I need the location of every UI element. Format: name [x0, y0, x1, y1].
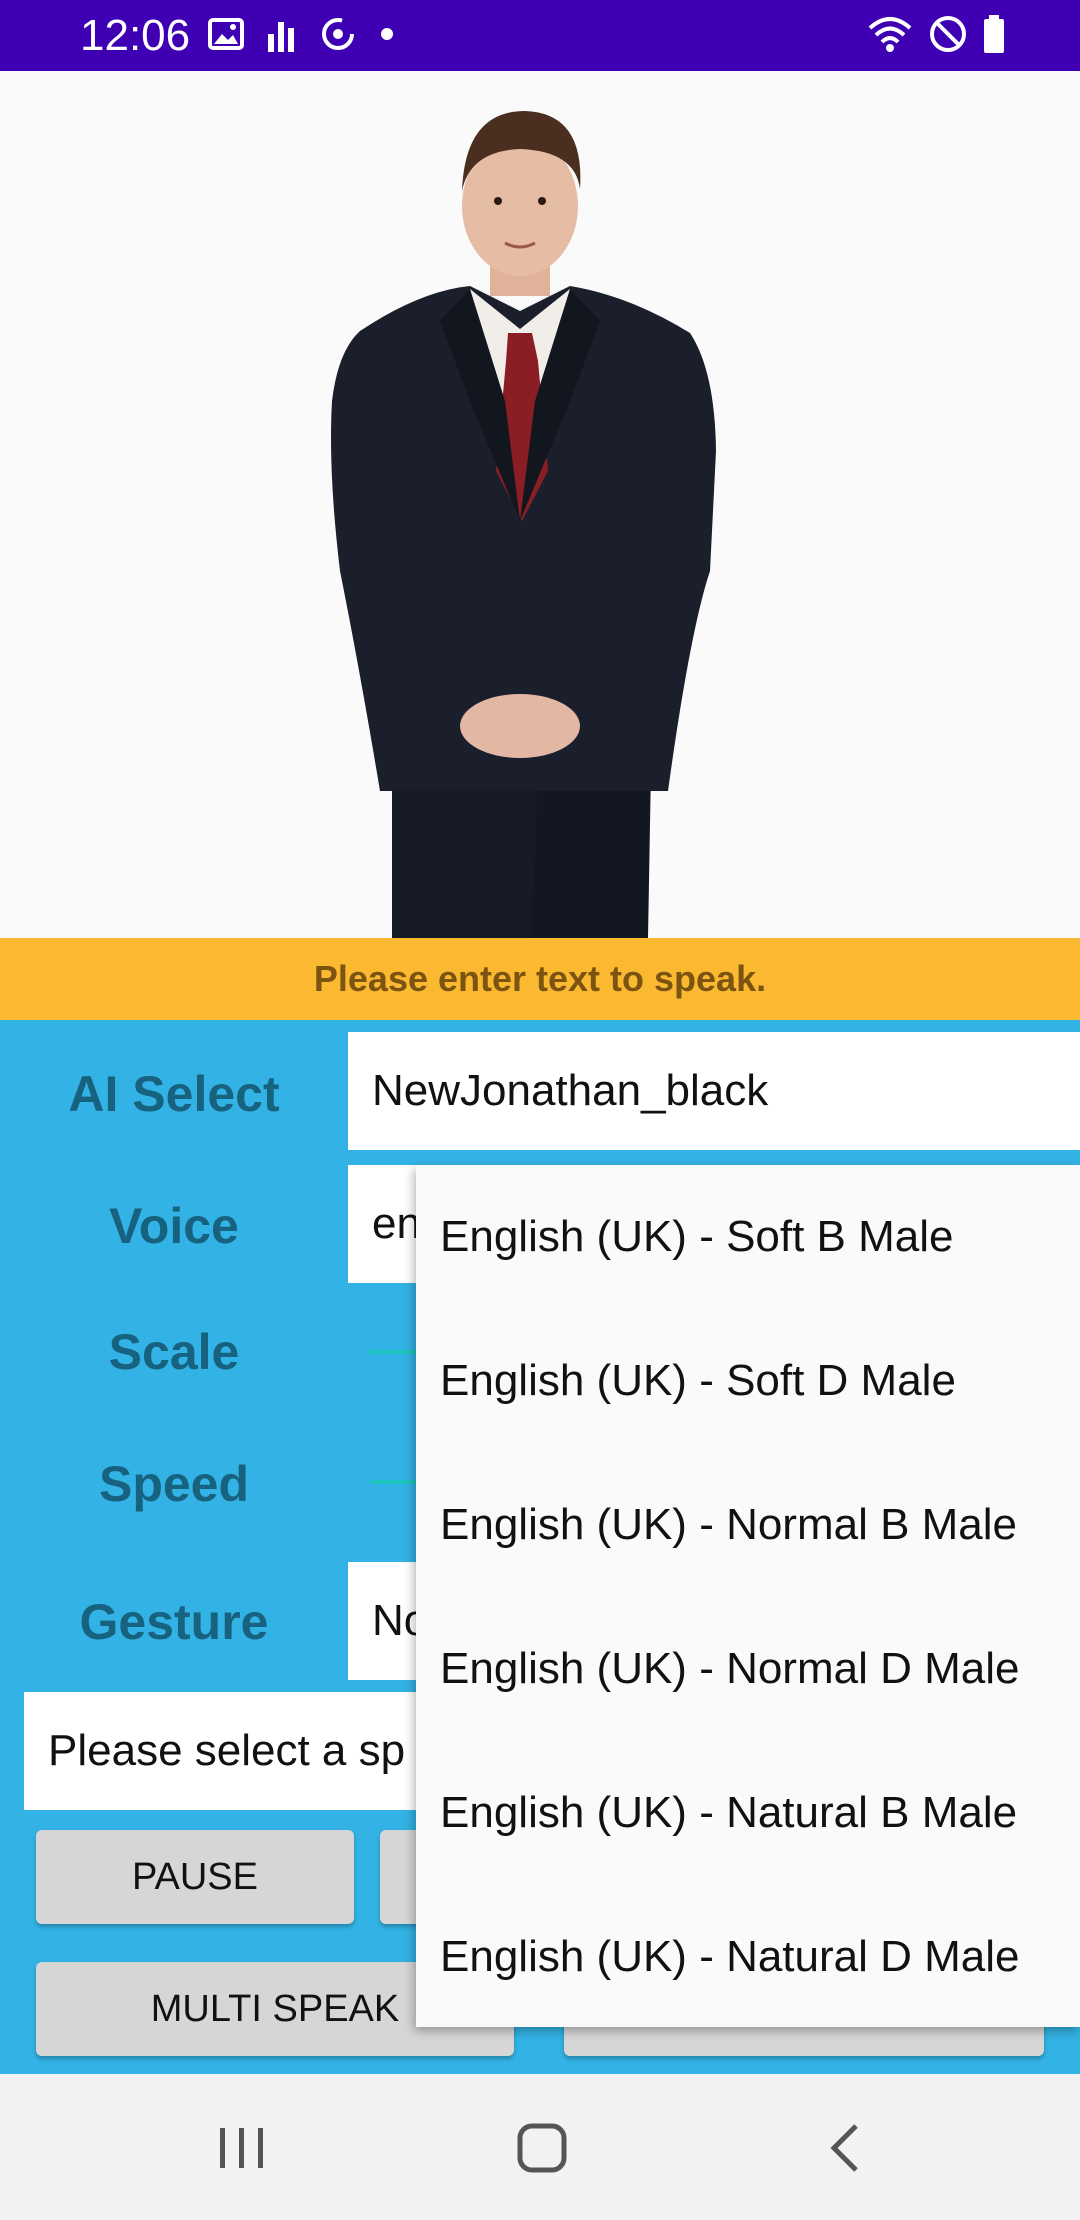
signal-bars-icon	[266, 14, 296, 59]
dropdown-option[interactable]: English (UK) - Soft B Male	[440, 1211, 954, 1263]
message-banner: Please enter text to speak.	[0, 938, 1080, 1020]
status-time: 12:06	[80, 11, 191, 60]
voice-dropdown: English (UK) - Soft B Male English (UK) …	[416, 1165, 1080, 2027]
status-icons-right	[866, 14, 1006, 59]
dropdown-option[interactable]: English (UK) - Natural D Male	[440, 1931, 1020, 1983]
dropdown-option[interactable]: English (UK) - Normal D Male	[440, 1643, 1019, 1695]
message-banner-text: Please enter text to speak.	[313, 958, 767, 999]
voice-value: en	[372, 1199, 421, 1248]
gesture-label: Gesture	[79, 1594, 269, 1650]
back-icon[interactable]	[826, 2122, 866, 2179]
scale-label: Scale	[108, 1324, 240, 1380]
dropdown-option[interactable]: English (UK) - Normal B Male	[440, 1499, 1017, 1551]
nav-bar	[0, 2074, 1080, 2220]
home-icon[interactable]	[516, 2122, 568, 2179]
avatar-area	[0, 71, 1080, 938]
recent-apps-icon[interactable]	[214, 2124, 270, 2177]
voice-label: Voice	[109, 1198, 239, 1254]
image-icon	[208, 16, 244, 57]
do-not-disturb-icon	[928, 14, 968, 59]
wifi-icon	[866, 14, 914, 59]
pause-button[interactable]: PAUSE	[36, 1830, 354, 1924]
status-icons-left	[208, 14, 394, 59]
speak-text-placeholder: Please select a sp	[48, 1726, 406, 1775]
dropdown-option[interactable]: English (UK) - Soft D Male	[440, 1355, 956, 1407]
sync-icon	[318, 14, 358, 59]
ai-select-label: AI Select	[68, 1066, 280, 1122]
dot-icon	[380, 14, 394, 59]
ai-select-spinner[interactable]: NewJonathan_black	[348, 1032, 1080, 1150]
avatar-figure	[331, 111, 716, 938]
dropdown-option[interactable]: English (UK) - Natural B Male	[440, 1787, 1017, 1839]
battery-icon	[982, 14, 1006, 59]
ai-select-value: NewJonathan_black	[372, 1066, 769, 1115]
status-bar: 12:06	[0, 0, 1080, 71]
speed-label: Speed	[98, 1456, 250, 1512]
